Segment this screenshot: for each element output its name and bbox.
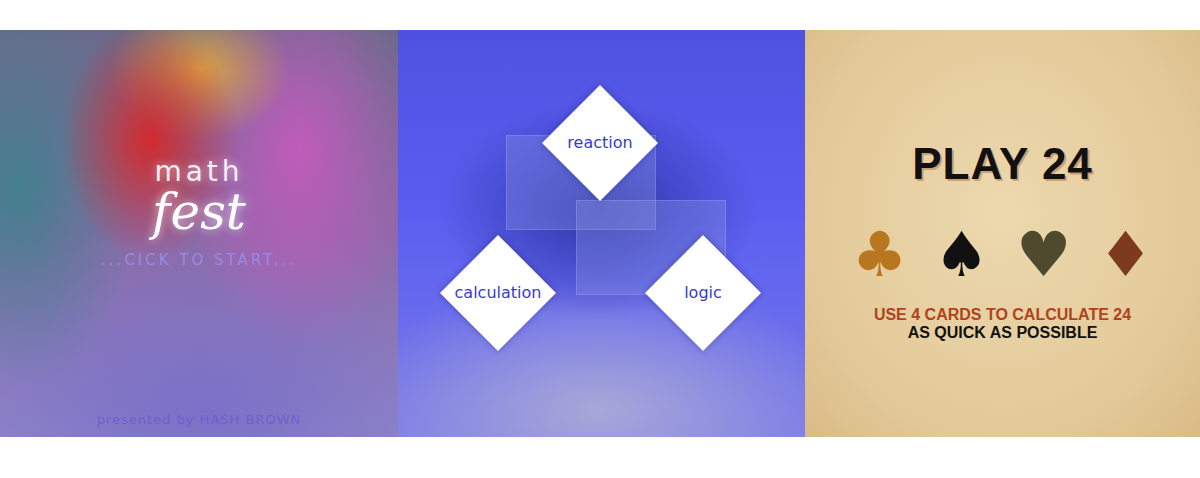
screens-strip: mathfest ...CICK TO START... presented by … — [0, 0, 1200, 478]
suit-row: ♣ ♠ ♥ ♦ — [850, 224, 1156, 286]
mode-option[interactable]: reaction — [542, 85, 658, 201]
instruction-line: USE 4 CARDS TO CALCULATE 24 — [874, 306, 1131, 324]
instruction-line: AS QUICK AS POSSIBLE — [874, 324, 1131, 342]
mode-label[interactable]: logic — [684, 281, 722, 305]
title-small: math — [154, 158, 243, 186]
mode-option[interactable]: logic — [645, 235, 761, 351]
suit-icon: ♦ — [1096, 224, 1156, 286]
play24-screen: PLAY 24♣ ♠ ♥ ♦ USE 4 CARDS TO CALCULATE 24AS… — [805, 30, 1200, 437]
suit-icon: ♣ — [850, 224, 910, 286]
credit-text: presented by HASH BROWN — [97, 410, 301, 430]
title-large: fest — [152, 186, 246, 239]
mode-option[interactable]: calculation — [440, 235, 556, 351]
suit-icon: ♠ — [932, 224, 992, 286]
mode-label[interactable]: calculation — [455, 281, 542, 305]
menu-screen: reaction calculation logic — [398, 30, 805, 437]
mode-label[interactable]: reaction — [567, 131, 632, 155]
start-prompt[interactable]: ...CICK TO START... — [101, 249, 297, 272]
suit-icon: ♥ — [1014, 224, 1074, 286]
instructions: USE 4 CARDS TO CALCULATE 24AS QUICK AS P… — [874, 306, 1131, 343]
game-title: PLAY 24 — [912, 142, 1093, 186]
intro-screen[interactable]: mathfest ...CICK TO START... presented by … — [0, 30, 398, 437]
